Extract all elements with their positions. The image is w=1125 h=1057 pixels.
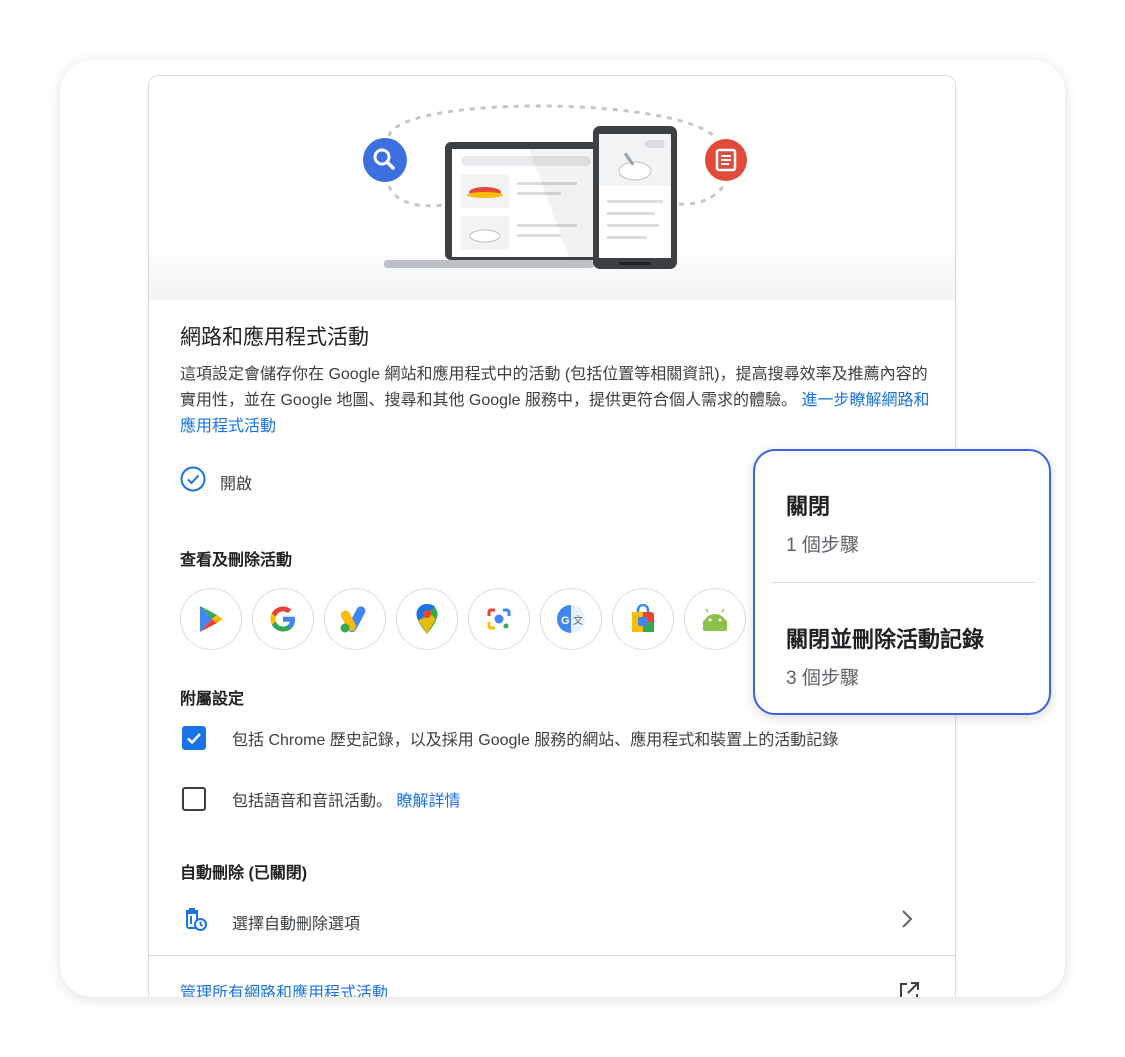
app-icon-list: G文 bbox=[180, 588, 756, 650]
section-description: 這項設定會儲存你在 Google 網站和應用程式中的活動 (包括位置等相關資訊)… bbox=[180, 362, 940, 440]
chrome-history-label: 包括 Chrome 歷史記錄，以及採用 Google 服務的網站、應用程式和裝置… bbox=[232, 732, 839, 749]
google-maps-icon[interactable] bbox=[396, 588, 458, 650]
turn-off-delete-option-steps: 3 個步驟 bbox=[786, 668, 859, 689]
open-in-new-icon[interactable] bbox=[897, 980, 921, 997]
svg-text:G: G bbox=[561, 615, 570, 627]
auto-delete-icon bbox=[182, 906, 208, 937]
voice-audio-label: 包括語音和音訊活動。 瞭解詳情 bbox=[232, 787, 460, 811]
voice-audio-checkbox[interactable] bbox=[182, 787, 206, 811]
search-bubble-icon bbox=[363, 138, 407, 182]
auto-delete-heading: 自動刪除 (已關閉) bbox=[180, 865, 308, 882]
turn-off-options-popup: 關閉 1 個步驟 關閉並刪除活動記錄 3 個步驟 bbox=[753, 449, 1051, 715]
google-lens-icon[interactable] bbox=[468, 588, 530, 650]
section-title: 網路和應用程式活動 bbox=[180, 326, 369, 349]
google-play-icon[interactable] bbox=[180, 588, 242, 650]
sub-settings-heading: 附屬設定 bbox=[180, 691, 245, 708]
voice-audio-learn-more-link[interactable]: 瞭解詳情 bbox=[396, 793, 460, 810]
footer-divider bbox=[149, 955, 955, 956]
status-label: 開啟 bbox=[220, 475, 253, 493]
google-translate-icon[interactable]: G文 bbox=[540, 588, 602, 650]
voice-audio-text: 包括語音和音訊活動。 bbox=[232, 793, 393, 810]
svg-text:文: 文 bbox=[573, 614, 583, 627]
chrome-history-checkbox[interactable] bbox=[182, 726, 206, 750]
turn-off-delete-option-title[interactable]: 關閉並刪除活動記錄 bbox=[786, 622, 984, 654]
chrome-history-row: 包括 Chrome 歷史記錄，以及採用 Google 服務的網站、應用程式和裝置… bbox=[182, 726, 838, 750]
popup-divider bbox=[771, 582, 1035, 583]
android-icon[interactable] bbox=[684, 588, 746, 650]
hero-illustration bbox=[149, 76, 955, 300]
chevron-right-icon bbox=[900, 908, 914, 935]
turn-off-option-title[interactable]: 關閉 bbox=[786, 489, 830, 521]
auto-delete-option-label: 選擇自動刪除選項 bbox=[232, 915, 361, 933]
google-shopping-icon[interactable] bbox=[612, 588, 674, 650]
check-circle-icon bbox=[180, 466, 206, 497]
status-row: 開啟 bbox=[180, 466, 252, 497]
turn-off-option-steps: 1 個步驟 bbox=[786, 535, 859, 556]
google-g-icon[interactable] bbox=[252, 588, 314, 650]
manage-activity-link[interactable]: 管理所有網路和應用程式活動 bbox=[180, 979, 388, 997]
view-delete-heading: 查看及刪除活動 bbox=[180, 552, 293, 569]
voice-audio-row: 包括語音和音訊活動。 瞭解詳情 bbox=[182, 787, 460, 811]
document-bubble-icon bbox=[705, 139, 747, 181]
auto-delete-option-row[interactable]: 選擇自動刪除選項 bbox=[182, 906, 922, 937]
google-ads-icon[interactable] bbox=[324, 588, 386, 650]
